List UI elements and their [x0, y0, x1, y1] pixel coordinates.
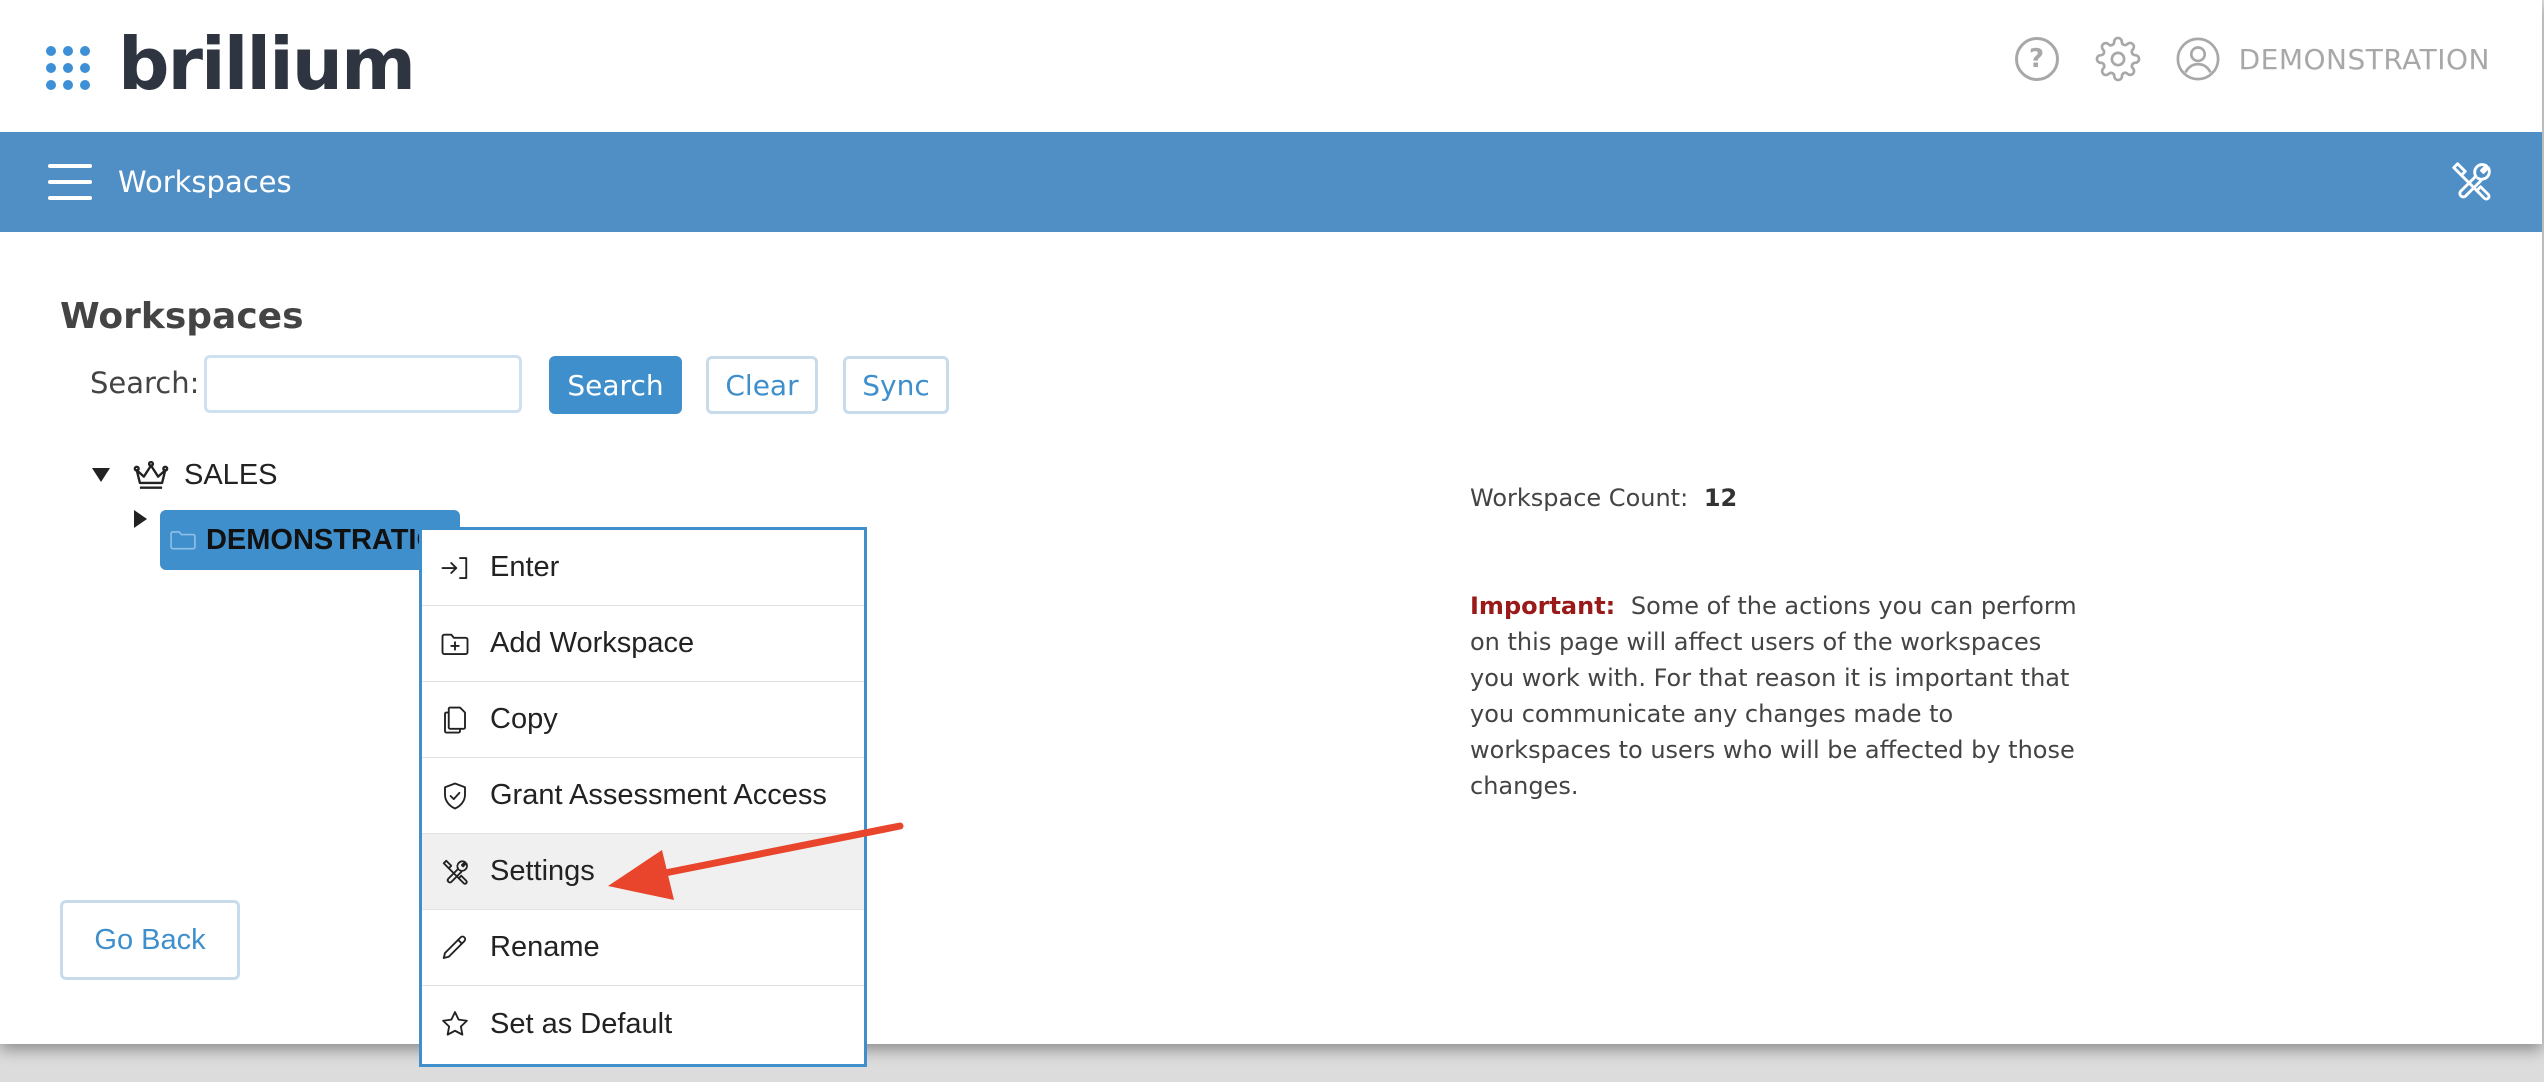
user-circle-icon[interactable] [2175, 36, 2221, 82]
navigation-bar: Workspaces [0, 132, 2542, 232]
menu-item-set-as-default[interactable]: Set as Default [422, 986, 864, 1062]
menu-item-label: Enter [490, 551, 560, 583]
folder-icon [170, 531, 196, 550]
workspace-count-label: Workspace Count: [1470, 484, 1689, 512]
tree-root-node[interactable]: SALES [92, 458, 278, 492]
collapse-caret-icon[interactable] [92, 468, 110, 482]
help-icon[interactable]: ? [2014, 37, 2059, 81]
hamburger-menu-icon[interactable] [48, 164, 92, 200]
menu-item-label: Settings [490, 855, 595, 887]
tools-icon[interactable] [2448, 158, 2494, 204]
expand-caret-icon[interactable] [134, 510, 147, 528]
important-text: Some of the actions you can perform on t… [1470, 592, 2077, 800]
app-grid-icon[interactable] [46, 46, 90, 90]
menu-item-add-workspace[interactable]: Add Workspace [422, 606, 864, 682]
bar-title: Workspaces [118, 165, 292, 199]
logo-text: brillium [118, 22, 416, 106]
search-input[interactable] [204, 355, 522, 413]
search-label: Search: [90, 366, 200, 400]
annotation-arrow-icon [608, 822, 904, 900]
shield-check-icon [444, 782, 466, 809]
tree-node-selected[interactable]: DEMONSTRATION [160, 510, 460, 570]
menu-item-copy[interactable]: Copy [422, 682, 864, 758]
enter-icon [441, 556, 468, 579]
go-back-button[interactable]: Go Back [60, 900, 240, 980]
menu-item-label: Copy [490, 703, 558, 735]
tree-child-expander[interactable] [134, 510, 147, 528]
search-button[interactable]: Search [549, 356, 682, 414]
user-name[interactable]: DEMONSTRATION [2239, 43, 2490, 76]
menu-item-label: Rename [490, 931, 600, 963]
top-right-controls: ? DEMONSTRATION [1979, 34, 2490, 84]
page-title: Workspaces [60, 296, 304, 337]
workspace-count-value: 12 [1703, 484, 1738, 512]
pencil-icon [442, 935, 467, 959]
crown-icon [133, 460, 169, 489]
menu-item-enter[interactable]: Enter [422, 530, 864, 606]
menu-item-label: Add Workspace [490, 627, 695, 659]
important-label: Important: [1470, 592, 1616, 620]
workspace-count: Workspace Count: 12 [1470, 484, 1737, 512]
clear-button[interactable]: Clear [706, 356, 818, 414]
important-notice: Important: Some of the actions you can p… [1470, 588, 2090, 804]
folder-plus-icon [441, 633, 469, 655]
star-icon [442, 1011, 468, 1036]
gear-icon[interactable] [2095, 36, 2141, 82]
tree-root-label: SALES [184, 458, 278, 491]
app-window: brillium ? DEMONSTRATION Workspaces Work… [0, 0, 2542, 1044]
sync-button[interactable]: Sync [843, 356, 949, 414]
copy-icon [444, 706, 466, 733]
brillium-logo[interactable]: brillium [118, 22, 416, 106]
top-bar: brillium ? DEMONSTRATION [0, 0, 2542, 132]
tools-icon [442, 859, 468, 885]
menu-item-label: Grant Assessment Access [490, 779, 827, 811]
context-menu: Enter Add Workspace Copy Grant Assessmen… [419, 527, 867, 1067]
menu-item-rename[interactable]: Rename [422, 910, 864, 986]
menu-item-label: Set as Default [490, 1007, 673, 1040]
